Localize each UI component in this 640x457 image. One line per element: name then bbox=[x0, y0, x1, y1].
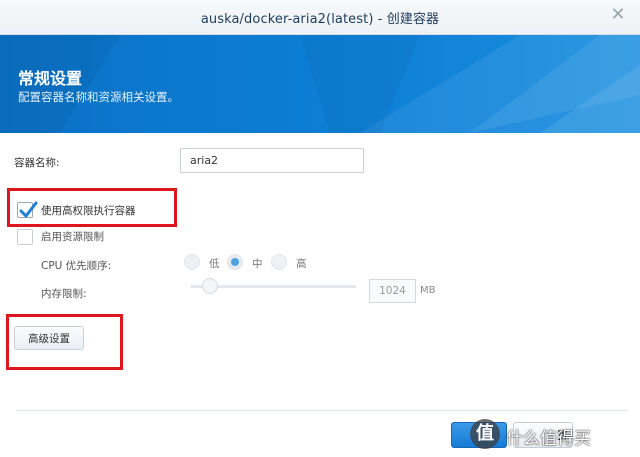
memory-unit: MB bbox=[420, 285, 436, 296]
container-name-input[interactable] bbox=[180, 148, 364, 173]
cpu-radio-low-label: 低 bbox=[209, 258, 220, 270]
memory-value-input[interactable] bbox=[369, 279, 416, 303]
close-icon[interactable]: ✕ bbox=[608, 5, 628, 25]
footer-divider bbox=[16, 410, 628, 411]
resource-limit-checkbox[interactable] bbox=[17, 229, 33, 245]
container-name-label: 容器名称: bbox=[14, 157, 60, 169]
page-title: 常规设置 bbox=[18, 69, 83, 88]
highlight-box-privileged bbox=[7, 188, 177, 227]
window-titlebar: auska/docker-aria2(latest) - 创建容器 ✕ bbox=[0, 0, 640, 35]
banner-pattern bbox=[0, 35, 640, 133]
memory-limit-label: 内存限制: bbox=[41, 288, 87, 300]
page-subtitle: 配置容器名称和资源相关设置。 bbox=[18, 90, 179, 104]
cpu-radio-medium-label: 中 bbox=[252, 258, 263, 270]
memory-slider-thumb[interactable] bbox=[202, 278, 218, 294]
window-title: auska/docker-aria2(latest) - 创建容器 bbox=[200, 12, 440, 27]
watermark-text: 什么值得买 bbox=[506, 429, 591, 449]
cpu-radio-low[interactable] bbox=[184, 254, 200, 270]
highlight-box-advanced bbox=[6, 314, 123, 370]
header-banner: 常规设置 配置容器名称和资源相关设置。 bbox=[0, 35, 640, 133]
cpu-radio-high[interactable] bbox=[271, 254, 287, 270]
watermark: 值 什么值得买 bbox=[470, 416, 640, 454]
cpu-priority-label: CPU 优先顺序: bbox=[41, 260, 112, 272]
watermark-logo-icon: 值 bbox=[470, 419, 500, 449]
cpu-radio-high-label: 高 bbox=[296, 258, 307, 270]
resource-limit-label: 启用资源限制 bbox=[41, 231, 104, 243]
cpu-radio-medium[interactable] bbox=[227, 254, 243, 270]
